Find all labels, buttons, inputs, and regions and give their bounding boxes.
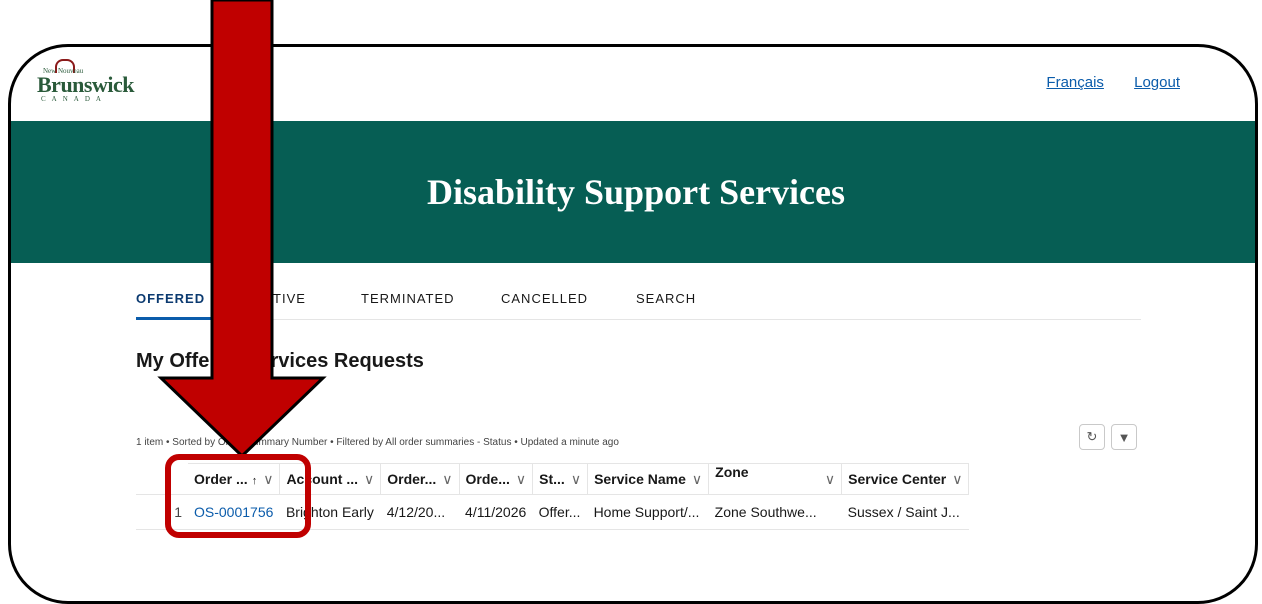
annotation-arrow-shape <box>157 0 327 459</box>
annotation-highlight-box <box>165 454 311 538</box>
